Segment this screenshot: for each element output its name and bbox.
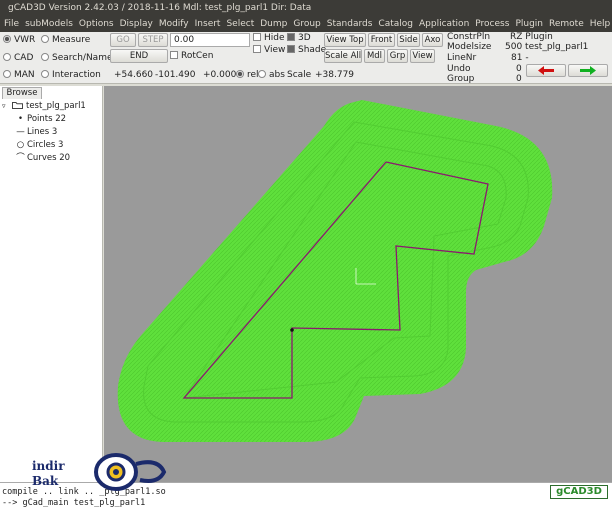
menu-insert[interactable]: Insert [193, 19, 223, 29]
tree-item-curves[interactable]: ⌒ Curves 20 [2, 152, 100, 165]
watermark-eye-icon [94, 453, 167, 491]
view-checkbox[interactable]: View [253, 45, 285, 55]
menu-file[interactable]: File [2, 19, 21, 29]
search-name-radio[interactable]: Search/Name [41, 53, 113, 63]
grp-button[interactable]: Grp [387, 49, 408, 63]
menu-help[interactable]: Help [588, 19, 612, 29]
arrow-right-icon [580, 66, 596, 75]
radio-on-icon [236, 70, 244, 78]
radio-off-icon [3, 70, 11, 78]
coord-y: -101.490 [155, 70, 196, 80]
watermark-text: Bak [32, 474, 59, 488]
tree-item-points[interactable]: • Points 22 [2, 113, 100, 126]
view-top-button[interactable]: View Top [324, 33, 366, 47]
mode-vwr-radio[interactable]: VWR [3, 35, 35, 45]
gcad3d-logo: gCAD3D [550, 485, 608, 499]
tree-root[interactable]: ▿ test_plg_parl1 [2, 100, 100, 113]
modelsize-value: 500 test_plg_parl1 [505, 42, 589, 52]
model-tree: ▿ test_plg_parl1 • Points 22 — Lines 3 ○ Cir… [2, 100, 100, 165]
menu-display[interactable]: Display [118, 19, 155, 29]
mdl-button[interactable]: Mdl [364, 49, 385, 63]
abs-radio[interactable]: abs [258, 70, 285, 80]
browse-tab[interactable]: Browse [2, 87, 42, 99]
menu-modify[interactable]: Modify [157, 19, 191, 29]
curve-icon: ⌒ [16, 153, 25, 163]
checkbox-icon [253, 33, 261, 41]
linenr-label: LineNr [447, 53, 477, 63]
radio-on-icon [3, 35, 11, 43]
value-entry[interactable]: 0.00 [170, 33, 250, 47]
rotcen-checkbox[interactable]: RotCen [170, 51, 213, 61]
go-button[interactable]: GO [110, 33, 136, 47]
browse-panel: Browse ▿ test_plg_parl1 • Points 22 — Lines… [0, 86, 103, 482]
undo-label: Undo [447, 64, 471, 74]
checkbox-checked-icon [287, 45, 295, 53]
menu-options[interactable]: Options [77, 19, 116, 29]
undo-value: 0 [516, 64, 522, 74]
radio-off-icon [41, 53, 49, 61]
menu-catalog[interactable]: Catalog [376, 19, 415, 29]
3d-checkbox[interactable]: 3D [287, 33, 311, 43]
line-icon: — [16, 127, 25, 137]
step-button[interactable]: STEP [138, 33, 168, 47]
menu-remote[interactable]: Remote [547, 19, 586, 29]
offset-curves [117, 100, 553, 442]
radio-off-icon [3, 53, 11, 61]
scale-value: +38.779 [315, 70, 355, 80]
undo-forward-button[interactable] [568, 64, 608, 77]
scale-label: Scale [287, 70, 312, 80]
rel-radio[interactable]: rel [236, 70, 259, 80]
point-icon: • [17, 114, 23, 124]
modelsize-label: Modelsize [447, 42, 492, 52]
mode-cad-radio[interactable]: CAD [3, 53, 33, 63]
hide-checkbox[interactable]: Hide [253, 33, 285, 43]
menu-application[interactable]: Application [417, 19, 471, 29]
measure-radio[interactable]: Measure [41, 35, 90, 45]
circle-icon: ○ [16, 140, 25, 150]
graphics-viewport[interactable] [104, 86, 612, 482]
mode-man-radio[interactable]: MAN [3, 70, 35, 80]
checkbox-icon [170, 51, 178, 59]
group-value: 0 [516, 74, 522, 84]
watermark-text: indir [32, 459, 65, 473]
coord-x: +54.660 [114, 70, 154, 80]
side-button[interactable]: Side [397, 33, 420, 47]
folder-icon [12, 102, 23, 109]
view-button[interactable]: View [410, 49, 435, 63]
arrow-left-icon [538, 66, 554, 75]
collapse-icon[interactable]: ▿ [2, 100, 9, 113]
menu-group[interactable]: Group [291, 19, 322, 29]
end-button[interactable]: END [110, 49, 168, 63]
scale-all-button[interactable]: Scale All [324, 49, 362, 63]
undo-back-button[interactable] [526, 64, 566, 77]
axo-button[interactable]: Axo [422, 33, 443, 47]
radio-off-icon [41, 35, 49, 43]
tree-item-lines[interactable]: — Lines 3 [2, 126, 100, 139]
coord-z: +0.000 [203, 70, 237, 80]
linenr-value: 81 - [511, 53, 529, 63]
menu-process[interactable]: Process [473, 19, 511, 29]
menu-dump[interactable]: Dump [258, 19, 289, 29]
offset-region [117, 100, 553, 442]
constrpln-value: RZ Plugin [510, 32, 553, 42]
point-marker[interactable] [290, 328, 294, 332]
tree-item-circles[interactable]: ○ Circles 3 [2, 139, 100, 152]
checkbox-checked-icon [287, 33, 295, 41]
interaction-radio[interactable]: Interaction [41, 70, 101, 80]
front-button[interactable]: Front [368, 33, 395, 47]
menu-select[interactable]: Select [224, 19, 256, 29]
radio-off-icon [41, 70, 49, 78]
shade-checkbox[interactable]: Shade [287, 45, 326, 55]
menu-standards[interactable]: Standards [325, 19, 375, 29]
checkbox-icon [253, 45, 261, 53]
menu-plugin[interactable]: Plugin [513, 19, 545, 29]
menubar: File subModels Options Display Modify Insert S… [0, 17, 612, 32]
menu-submodels[interactable]: subModels [23, 19, 75, 29]
window-title: gCAD3D Version 2.42.03 / 2018-11-16 Mdl:… [0, 0, 612, 17]
radio-off-icon [258, 70, 266, 78]
group-label: Group [447, 74, 475, 84]
model-graphics [117, 100, 553, 442]
toolbar-area: VWR CAD MAN Measure Search/Name Interact… [0, 32, 612, 84]
constrpln-label: ConstrPln [447, 32, 491, 42]
